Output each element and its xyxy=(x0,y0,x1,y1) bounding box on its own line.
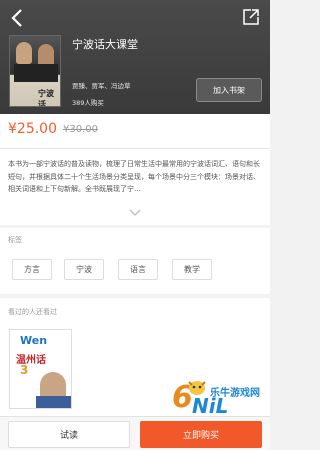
tag-item[interactable]: 语言 xyxy=(118,259,158,280)
book-cover: 宁波话 xyxy=(9,35,61,107)
buy-now-button[interactable]: 立即购买 xyxy=(140,421,262,448)
recommended-book-cover[interactable]: Wen 温州话 3 xyxy=(9,329,72,409)
book-title: 宁波话大课堂 xyxy=(72,38,138,51)
tag-item[interactable]: 宁波 xyxy=(64,259,104,280)
cover-person-left xyxy=(16,42,32,64)
cover-portrait-shirt xyxy=(36,396,71,408)
book-authors: 贾臻、贾军、冯边草 xyxy=(72,82,131,90)
also-viewed-label: 看过的人还看过 xyxy=(8,308,57,316)
cover-person-right xyxy=(38,44,54,66)
logo-site-name: 乐牛游戏网 xyxy=(210,388,260,399)
try-read-button[interactable]: 试读 xyxy=(8,421,130,448)
watermark-logo: 6 NiL 乐牛游戏网 xyxy=(172,378,270,420)
chevron-down-icon[interactable] xyxy=(129,209,141,216)
cover-wen-text: Wen xyxy=(20,334,48,347)
tag-item[interactable]: 方言 xyxy=(12,259,52,280)
book-header: 宁波话 宁波话大课堂 贾臻、贾军、冯边草 389人购买 加入书架 xyxy=(0,0,270,114)
cover-number: 3 xyxy=(20,363,29,377)
tag-item[interactable]: 教学 xyxy=(172,259,212,280)
book-description: 本书为一部宁波话的普及读物，梳理了日常生活中最常用的宁波话词汇、语句和长短句，并… xyxy=(0,149,270,225)
add-to-shelf-button[interactable]: 加入书架 xyxy=(196,78,262,102)
back-arrow-icon[interactable] xyxy=(8,6,28,30)
tags-section: 标签 方言 宁波 语言 教学 xyxy=(0,228,270,294)
price-bar: ¥25.00 ¥30.00 xyxy=(0,114,270,149)
tags-label: 标签 xyxy=(8,236,22,244)
original-price: ¥30.00 xyxy=(63,124,98,135)
description-text: 本书为一部宁波话的普及读物，梳理了日常生活中最常用的宁波话词汇、语句和长短句，并… xyxy=(8,160,260,193)
cover-title: 宁波话 xyxy=(38,88,54,107)
current-price: ¥25.00 xyxy=(8,121,57,137)
cover-table xyxy=(14,64,58,82)
bottom-action-bar: 试读 立即购买 xyxy=(0,416,270,450)
buyer-count: 389人购买 xyxy=(72,99,104,107)
share-icon[interactable] xyxy=(242,8,260,26)
